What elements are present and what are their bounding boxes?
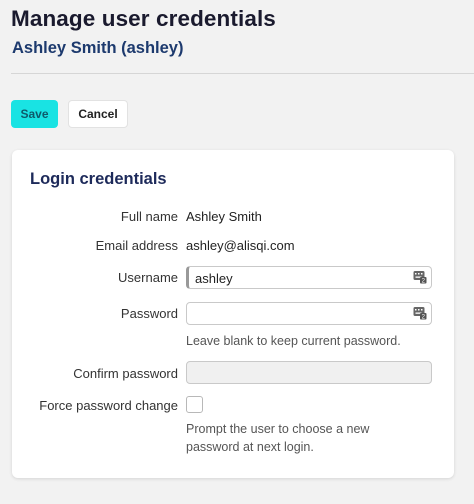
username-field[interactable]: 2 [186,266,432,289]
page-title: Manage user credentials [11,6,276,31]
cancel-button[interactable]: Cancel [68,100,128,128]
email-value: ashley@alisqi.com [186,238,295,253]
password-label: Password [120,306,178,321]
password-input[interactable] [193,306,403,322]
password-field[interactable]: 2 [186,302,432,325]
password-manager-icon[interactable]: 2 [413,306,427,320]
confirm-password-field[interactable] [186,361,432,384]
force-password-change-label: Force password change [39,398,178,413]
confirm-password-label: Confirm password [73,366,178,381]
force-password-help: Prompt the user to choose a new password… [186,422,370,454]
card-title: Login credentials [30,170,167,188]
username-label: Username [118,270,178,285]
username-input[interactable] [195,270,405,286]
full-name-value: Ashley Smith [186,209,262,224]
full-name-label: Full name [120,209,178,224]
force-password-change-checkbox[interactable] [186,396,203,413]
password-help: Leave blank to keep current password. [186,334,401,348]
email-label: Email address [95,238,178,253]
login-credentials-card: Login credentials Full name Ashley Smith… [12,150,454,478]
header-divider [11,73,474,74]
password-manager-icon[interactable]: 2 [413,270,427,284]
user-subtitle: Ashley Smith (ashley) [12,39,184,57]
confirm-password-input[interactable] [193,365,403,381]
save-button[interactable]: Save [11,100,58,128]
